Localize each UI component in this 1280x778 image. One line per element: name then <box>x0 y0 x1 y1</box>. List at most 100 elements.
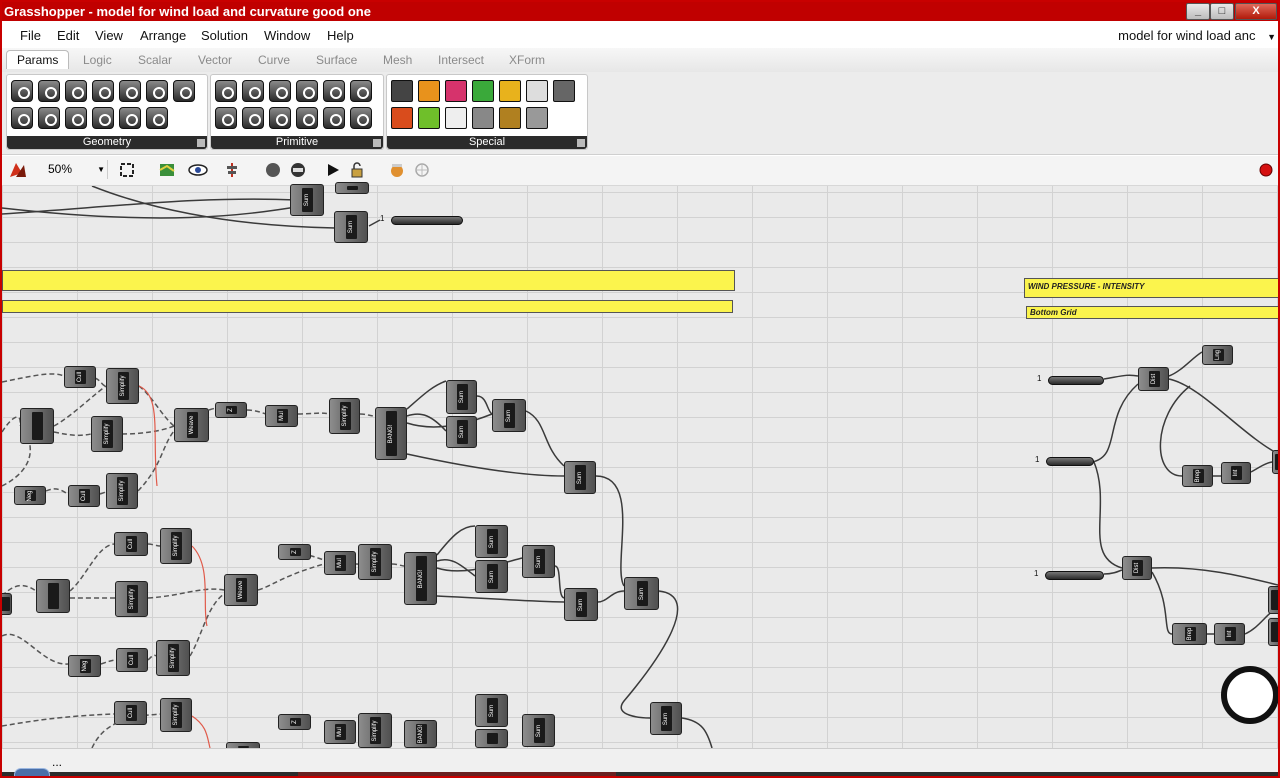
line-param-icon[interactable] <box>92 80 114 102</box>
zoom-extents-icon[interactable] <box>119 162 135 178</box>
fieldname-param-icon[interactable] <box>215 107 237 129</box>
twisted-box-param-icon[interactable] <box>146 107 168 129</box>
point-param-icon[interactable] <box>11 107 33 129</box>
component-node[interactable] <box>1268 618 1278 646</box>
menu-edit[interactable]: Edit <box>57 28 79 43</box>
tab-vector[interactable]: Vector <box>198 53 232 67</box>
gradient-icon[interactable] <box>445 80 467 102</box>
component-smaller[interactable] <box>20 408 54 444</box>
component-bang[interactable]: BANG! <box>375 407 407 460</box>
mesh-param-icon[interactable] <box>119 80 141 102</box>
component-node[interactable] <box>1272 450 1278 474</box>
component-bang[interactable]: BANG! <box>404 720 437 748</box>
integer-param-icon[interactable] <box>323 80 345 102</box>
menu-arrange[interactable]: Arrange <box>140 28 186 43</box>
menu-solution[interactable]: Solution <box>201 28 248 43</box>
group-wind-pressure[interactable]: WIND PRESSURE - INTENSITY <box>1024 278 1278 298</box>
component-sum[interactable]: Sum <box>446 416 477 448</box>
component-node[interactable] <box>1268 586 1278 614</box>
play-icon[interactable] <box>325 162 341 178</box>
component-lng[interactable]: Lng <box>1202 345 1233 365</box>
component-z[interactable]: Z <box>215 402 247 418</box>
component-dist[interactable]: Dist <box>1138 367 1169 391</box>
arc-param-icon[interactable] <box>38 107 60 129</box>
component-sum[interactable]: Sum <box>475 560 508 593</box>
component-cull[interactable]: Cull <box>116 648 148 672</box>
taskbar-app-button[interactable] <box>298 772 616 776</box>
component-cull[interactable]: Cull <box>114 532 148 556</box>
brep-param-icon[interactable] <box>119 107 141 129</box>
component-sum[interactable]: Sum <box>522 545 555 578</box>
component-bang[interactable]: BANG! <box>404 552 437 605</box>
component-int[interactable]: Int <box>1214 623 1245 645</box>
component-sum[interactable]: Sum <box>624 577 659 610</box>
component-sum[interactable]: Sum <box>475 525 508 558</box>
maximize-button[interactable]: □ <box>1210 3 1234 20</box>
time-param-icon[interactable] <box>350 107 372 129</box>
vector-param-icon[interactable] <box>173 80 195 102</box>
bell-curve-icon[interactable] <box>499 80 521 102</box>
component-sum[interactable]: Sum <box>492 399 526 432</box>
component-weave[interactable]: Weave <box>174 408 209 442</box>
component-mul[interactable]: Mul <box>324 720 356 744</box>
bezier-span-icon[interactable] <box>418 80 440 102</box>
menu-file[interactable]: File <box>20 28 41 43</box>
curve-param-icon[interactable] <box>65 80 87 102</box>
tree-icon[interactable] <box>499 107 521 129</box>
start-button-icon[interactable] <box>14 768 50 776</box>
lock-icon[interactable] <box>349 162 365 178</box>
data-recorder-icon[interactable] <box>472 107 494 129</box>
component-mul[interactable]: Mul <box>324 551 356 575</box>
component-cull[interactable]: Cull <box>68 485 100 507</box>
zoom-selector[interactable]: 50% ▼ <box>38 160 108 179</box>
panel-expand-icon[interactable] <box>197 139 205 147</box>
param-panel[interactable]: 1 <box>380 214 463 225</box>
component-sum[interactable]: Sum <box>522 714 555 747</box>
param-panel[interactable]: 1 <box>1034 569 1104 580</box>
map-icon[interactable] <box>159 162 175 178</box>
id-param-icon[interactable] <box>269 80 291 102</box>
shader-param-icon[interactable] <box>242 107 264 129</box>
component-neg[interactable]: Neg <box>68 655 101 677</box>
component-simplify[interactable]: Simplify <box>160 528 192 564</box>
bar-graph-icon[interactable] <box>391 80 413 102</box>
close-button[interactable]: X <box>1235 3 1277 20</box>
surface-param-icon[interactable] <box>92 107 114 129</box>
component-sum[interactable]: Sum <box>564 588 598 621</box>
component-brep[interactable]: Brep <box>1182 465 1213 487</box>
group-top-band[interactable] <box>2 270 735 291</box>
cluster-icon[interactable] <box>553 80 575 102</box>
tab-xform[interactable]: XForm <box>509 53 545 67</box>
colour-param-icon[interactable] <box>242 80 264 102</box>
tab-mesh[interactable]: Mesh <box>383 53 412 67</box>
tab-curve[interactable]: Curve <box>258 53 290 67</box>
menu-view[interactable]: View <box>95 28 123 43</box>
tab-params[interactable]: Params <box>6 50 70 69</box>
geometry-param-icon[interactable] <box>65 107 87 129</box>
param-panel[interactable]: 1 <box>1037 374 1104 385</box>
component-z[interactable]: Z <box>278 714 311 730</box>
component-simplify[interactable]: Simplify <box>358 544 392 580</box>
eye-icon[interactable] <box>188 162 208 178</box>
plane-param-icon[interactable] <box>146 80 168 102</box>
image-sampler-icon[interactable] <box>526 80 548 102</box>
component-dist[interactable]: Dist <box>1122 556 1152 580</box>
component-sum[interactable]: Sum <box>650 702 682 735</box>
component-mul[interactable]: Mul <box>265 405 298 427</box>
component-simplify[interactable]: Simplify <box>91 416 123 452</box>
file-icon[interactable] <box>8 161 28 179</box>
component-sum[interactable] <box>475 729 508 748</box>
complex-param-icon[interactable] <box>323 107 345 129</box>
circle-param-icon[interactable] <box>38 80 60 102</box>
boolean-param-icon[interactable] <box>215 80 237 102</box>
component-simplify[interactable]: Simplify <box>358 713 392 748</box>
component-brep[interactable]: Brep <box>1172 623 1207 645</box>
component-sum[interactable]: Sum <box>446 380 477 414</box>
minimize-button[interactable]: _ <box>1186 3 1210 20</box>
tab-intersect[interactable]: Intersect <box>438 53 484 67</box>
menu-help[interactable]: Help <box>327 28 354 43</box>
sketch-icon[interactable] <box>265 162 281 178</box>
group-bottom-grid[interactable]: Bottom Grid <box>1026 306 1278 319</box>
component-cull[interactable]: Cull <box>64 366 96 388</box>
component-simplify[interactable]: Simplify <box>156 640 190 676</box>
